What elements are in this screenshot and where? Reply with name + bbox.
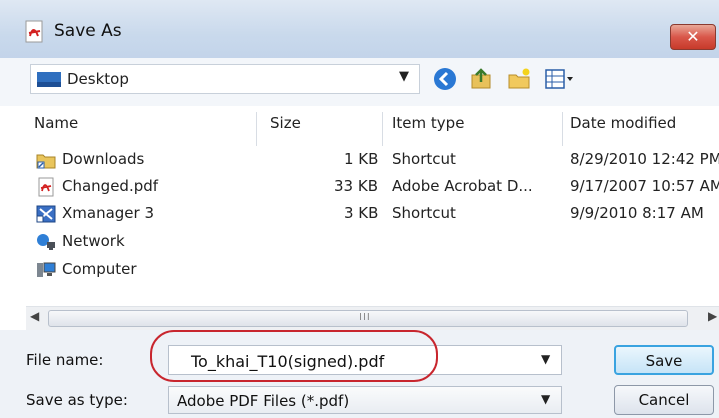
pdf-file-icon xyxy=(38,177,54,197)
list-item[interactable]: Downloads 1 KB Shortcut 8/29/2010 12:42 … xyxy=(26,146,719,174)
column-header-item-type[interactable]: Item type xyxy=(392,114,464,144)
location-label: Desktop xyxy=(67,70,129,88)
chevron-down-icon[interactable]: ▼ xyxy=(541,392,550,406)
up-folder-icon[interactable] xyxy=(468,66,494,92)
list-item[interactable]: Network xyxy=(26,228,719,256)
location-dropdown[interactable]: Desktop ▼ xyxy=(30,64,420,94)
chevron-down-icon[interactable]: ▼ xyxy=(541,352,550,366)
file-date: 8/29/2010 12:42 PM xyxy=(570,150,719,168)
file-name-label: File name: xyxy=(26,351,104,369)
file-name: Downloads xyxy=(62,150,145,168)
scroll-thumb[interactable]: III xyxy=(48,310,688,327)
file-type: Adobe Acrobat D... xyxy=(392,177,533,195)
network-icon xyxy=(37,234,55,250)
highlight-annotation xyxy=(150,330,438,382)
title-bar: Save As ✕ xyxy=(0,0,719,58)
file-name: Xmanager 3 xyxy=(62,204,155,222)
computer-icon xyxy=(37,262,56,277)
grip-icon: III xyxy=(359,312,371,323)
file-name: Changed.pdf xyxy=(62,177,159,195)
desktop-icon xyxy=(37,72,61,87)
file-type: Shortcut xyxy=(392,150,456,168)
list-item[interactable]: Xmanager 3 3 KB Shortcut 9/9/2010 8:17 A… xyxy=(26,200,719,228)
scroll-left-icon[interactable]: ◀ xyxy=(30,309,39,323)
save-as-type-select[interactable]: Adobe PDF Files (*.pdf) ▼ xyxy=(168,386,562,414)
column-divider[interactable] xyxy=(256,112,257,146)
save-as-type-value: Adobe PDF Files (*.pdf) xyxy=(177,392,350,410)
file-size: 3 KB xyxy=(344,204,379,222)
save-button[interactable]: Save xyxy=(614,345,714,375)
file-name: Network xyxy=(62,232,125,250)
column-header-name[interactable]: Name xyxy=(34,114,78,144)
pdf-app-icon xyxy=(25,20,43,43)
save-as-dialog: Save As ✕ Desktop ▼ Name Size Item type … xyxy=(0,0,719,418)
column-header-size[interactable]: Size xyxy=(270,114,301,144)
file-size: 1 KB xyxy=(344,150,379,168)
new-folder-icon[interactable] xyxy=(506,66,532,92)
column-header-date-modified[interactable]: Date modified xyxy=(570,114,676,144)
file-date: 9/9/2010 8:17 AM xyxy=(570,204,704,222)
cancel-button[interactable]: Cancel xyxy=(614,385,714,415)
close-button[interactable]: ✕ xyxy=(670,24,716,50)
chevron-down-icon[interactable]: ▼ xyxy=(399,69,409,84)
list-item[interactable]: Changed.pdf 33 KB Adobe Acrobat D... 9/1… xyxy=(26,173,719,201)
column-divider[interactable] xyxy=(562,112,563,146)
back-icon[interactable] xyxy=(432,66,458,92)
shortcut-app-icon xyxy=(36,205,56,223)
file-date: 9/17/2007 10:57 AM xyxy=(570,177,719,195)
column-divider[interactable] xyxy=(382,112,383,146)
file-size: 33 KB xyxy=(334,177,378,195)
scroll-right-icon[interactable]: ▶ xyxy=(708,309,717,323)
dialog-title: Save As xyxy=(54,21,122,41)
file-type: Shortcut xyxy=(392,204,456,222)
file-name: Computer xyxy=(62,260,137,278)
save-as-type-label: Save as type: xyxy=(26,391,128,409)
horizontal-scrollbar[interactable]: ◀ III ▶ xyxy=(26,306,719,330)
views-icon[interactable] xyxy=(544,66,574,92)
list-item[interactable]: Computer xyxy=(26,256,719,284)
shortcut-folder-icon xyxy=(36,154,56,169)
